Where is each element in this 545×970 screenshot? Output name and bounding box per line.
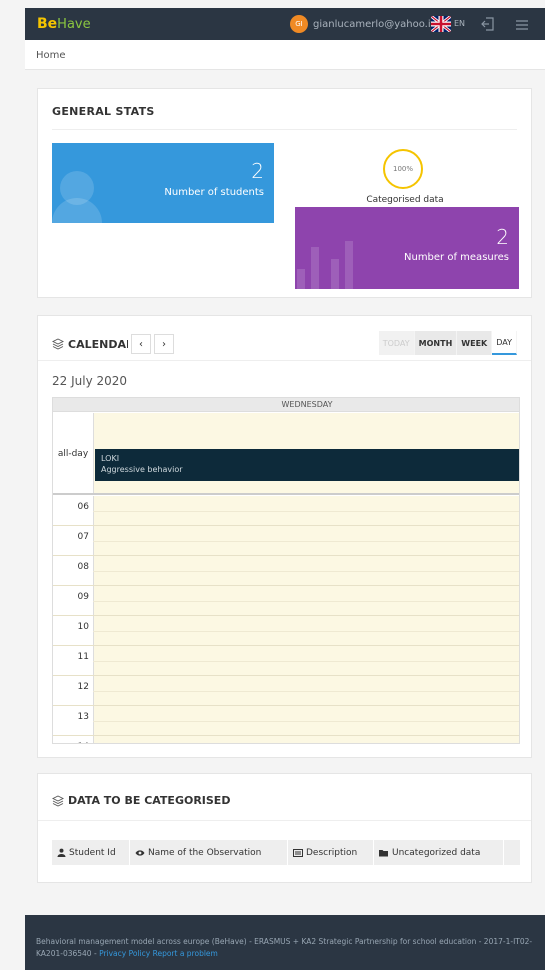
- report-problem-link[interactable]: Report a problem: [153, 949, 218, 958]
- allday-label: all-day: [57, 449, 89, 459]
- calendar-panel: CALENDAR ‹ › TODAY MONTH WEEK DAY 22 Jul…: [37, 315, 532, 758]
- logo-have-text: Have: [57, 17, 91, 32]
- divider: [38, 820, 531, 821]
- hour-row[interactable]: 06: [53, 496, 519, 526]
- divider: [52, 129, 517, 130]
- hour-row[interactable]: 14: [53, 736, 519, 743]
- day-name: WEDNESDAY: [281, 400, 333, 409]
- categorised-label: Categorised data: [366, 195, 444, 205]
- column-label: Description: [306, 847, 358, 858]
- user-silhouette-body: [52, 198, 102, 223]
- avatar: GI: [290, 15, 308, 33]
- bar-chart-icon: [297, 241, 353, 289]
- hour-row[interactable]: 08: [53, 556, 519, 586]
- privacy-policy-link[interactable]: Privacy Policy: [99, 949, 150, 958]
- hour-label: 14: [53, 742, 89, 743]
- hour-label: 11: [77, 652, 89, 662]
- logo-be-text: Be: [37, 16, 58, 32]
- hour-row[interactable]: 12: [53, 676, 519, 706]
- calendar-view-switcher: TODAY MONTH WEEK DAY: [378, 331, 517, 355]
- user-icon: [57, 848, 66, 857]
- students-stat-tile[interactable]: 2 Number of students: [52, 143, 274, 223]
- hour-row[interactable]: 13: [53, 706, 519, 736]
- day-column-header: WEDNESDAY: [53, 398, 519, 412]
- table-header: Student Id Name of the Observation Descr…: [52, 840, 520, 865]
- menu-icon[interactable]: [515, 17, 529, 31]
- measures-count: 2: [496, 225, 509, 249]
- behave-logo[interactable]: Be Have: [37, 16, 91, 32]
- categorised-gauge: 100%: [383, 149, 423, 189]
- calendar-event[interactable]: LOKI Aggressive behavior: [95, 449, 519, 481]
- hour-label: 13: [77, 712, 89, 722]
- hour-label: 09: [77, 592, 89, 602]
- data-panel-header: DATA TO BE CATEGORISED: [52, 794, 230, 807]
- logout-icon[interactable]: [480, 16, 496, 32]
- today-button[interactable]: TODAY: [378, 331, 415, 355]
- calendar-date: 22 July 2020: [52, 374, 128, 388]
- divider: [38, 360, 531, 361]
- eye-icon: [135, 849, 145, 856]
- allday-row: all-day LOKI Aggressive behavior: [53, 413, 519, 495]
- calendar-header: CALENDAR ‹ ›: [52, 334, 174, 354]
- calendar-next-button[interactable]: ›: [154, 334, 174, 354]
- hour-row[interactable]: 10: [53, 616, 519, 646]
- hour-label: 10: [77, 622, 89, 632]
- day-view-button[interactable]: DAY: [492, 331, 517, 355]
- column-description[interactable]: Description: [288, 840, 374, 865]
- column-uncategorized[interactable]: Uncategorized data: [374, 840, 504, 865]
- general-stats-panel: GENERAL STATS 2 Number of students 100% …: [37, 88, 532, 298]
- hour-label: 12: [77, 682, 89, 692]
- month-view-button[interactable]: MONTH: [414, 331, 458, 355]
- hour-label: 06: [77, 502, 89, 512]
- data-to-categorise-panel: DATA TO BE CATEGORISED Student Id Name o…: [37, 773, 532, 883]
- hour-row[interactable]: 09: [53, 586, 519, 616]
- week-view-button[interactable]: WEEK: [457, 331, 493, 355]
- hour-row[interactable]: 11: [53, 646, 519, 676]
- top-navbar: Be Have GI gianlucamerlo@yahoo.it EN: [25, 8, 545, 40]
- language-label[interactable]: EN: [454, 19, 465, 28]
- user-menu[interactable]: GI gianlucamerlo@yahoo.it: [290, 15, 435, 33]
- event-title: LOKI: [101, 454, 120, 463]
- column-student-id[interactable]: Student Id: [52, 840, 130, 865]
- layers-icon: [52, 794, 64, 807]
- footer: Behavioral management model across europ…: [25, 915, 545, 970]
- data-panel-title: DATA TO BE CATEGORISED: [68, 794, 231, 807]
- column-observation[interactable]: Name of the Observation: [130, 840, 288, 865]
- layers-icon: [52, 338, 64, 350]
- hour-label: 07: [77, 532, 89, 542]
- event-subtitle: Aggressive behavior: [101, 465, 183, 474]
- hour-label: 08: [77, 562, 89, 572]
- user-email: gianlucamerlo@yahoo.it: [313, 18, 435, 30]
- students-label: Number of students: [164, 187, 264, 198]
- breadcrumb: Home: [25, 40, 545, 70]
- panel-title: GENERAL STATS: [52, 105, 155, 118]
- students-count: 2: [251, 159, 264, 183]
- breadcrumb-home[interactable]: Home: [36, 50, 66, 61]
- calendar-title: CALENDAR: [68, 337, 128, 351]
- list-icon: [293, 848, 303, 857]
- measures-stat-tile[interactable]: 2 Number of measures: [295, 207, 519, 289]
- calendar-prev-button[interactable]: ‹: [131, 334, 151, 354]
- measures-label: Number of measures: [404, 252, 509, 263]
- hour-row[interactable]: 07: [53, 526, 519, 556]
- day-grid: WEDNESDAY all-day LOKI Aggressive behavi…: [52, 397, 520, 744]
- column-label: Student Id: [69, 847, 116, 858]
- column-label: Uncategorized data: [392, 847, 481, 858]
- uk-flag-icon[interactable]: [431, 16, 451, 32]
- hour-rows: 06 07 08 09 10 11 12 13 14: [53, 496, 519, 743]
- folder-open-icon: [379, 849, 388, 856]
- column-label: Name of the Observation: [148, 847, 262, 858]
